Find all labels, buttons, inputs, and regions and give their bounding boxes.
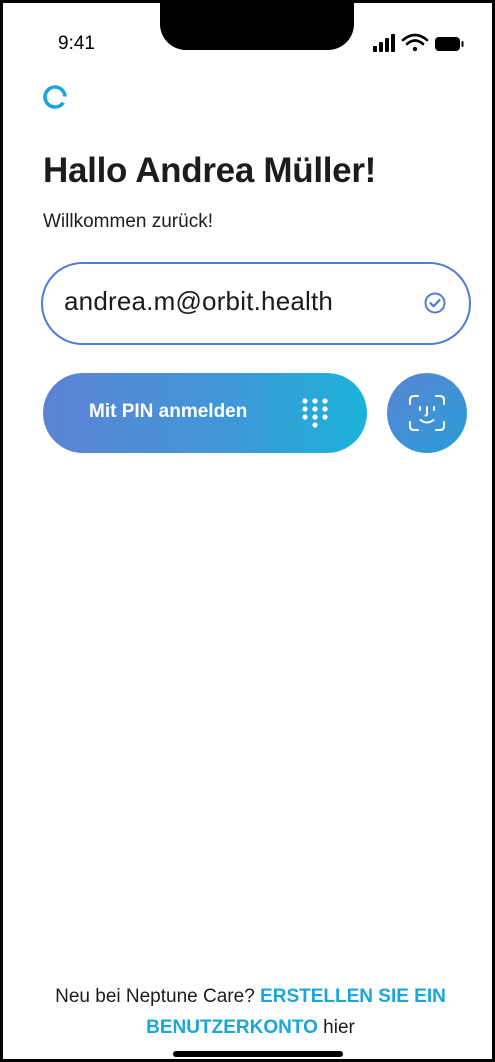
check-circle-icon (424, 292, 446, 314)
wifi-icon (401, 33, 429, 52)
status-time: 9:41 (58, 33, 95, 54)
face-id-icon (409, 395, 445, 431)
notch (160, 3, 354, 50)
keypad-icon (302, 398, 328, 428)
home-indicator[interactable] (173, 1051, 343, 1057)
spinner-ring-icon (43, 85, 67, 109)
page-title: Hallo Andrea Müller! (43, 151, 377, 190)
signup-prompt-suffix: hier (317, 1017, 355, 1038)
face-id-button[interactable] (387, 373, 467, 453)
status-icons (373, 33, 464, 52)
email-field[interactable]: andrea.m@orbit.health (41, 262, 471, 345)
welcome-subtitle: Willkommen zurück! (43, 211, 213, 232)
signal-icon (373, 34, 395, 52)
pin-login-button[interactable]: Mit PIN anmelden (43, 373, 367, 453)
pin-login-label: Mit PIN anmelden (89, 401, 248, 422)
signup-prompt: Neu bei Neptune Care? ERSTELLEN SIE EIN … (3, 981, 492, 1043)
battery-icon (435, 37, 464, 51)
signup-prompt-text: Neu bei Neptune Care? (55, 986, 261, 1007)
email-value[interactable]: andrea.m@orbit.health (64, 286, 333, 317)
phone-screen: 9:41 Hallo Andrea Müller! Willkommen zur… (0, 0, 495, 1062)
